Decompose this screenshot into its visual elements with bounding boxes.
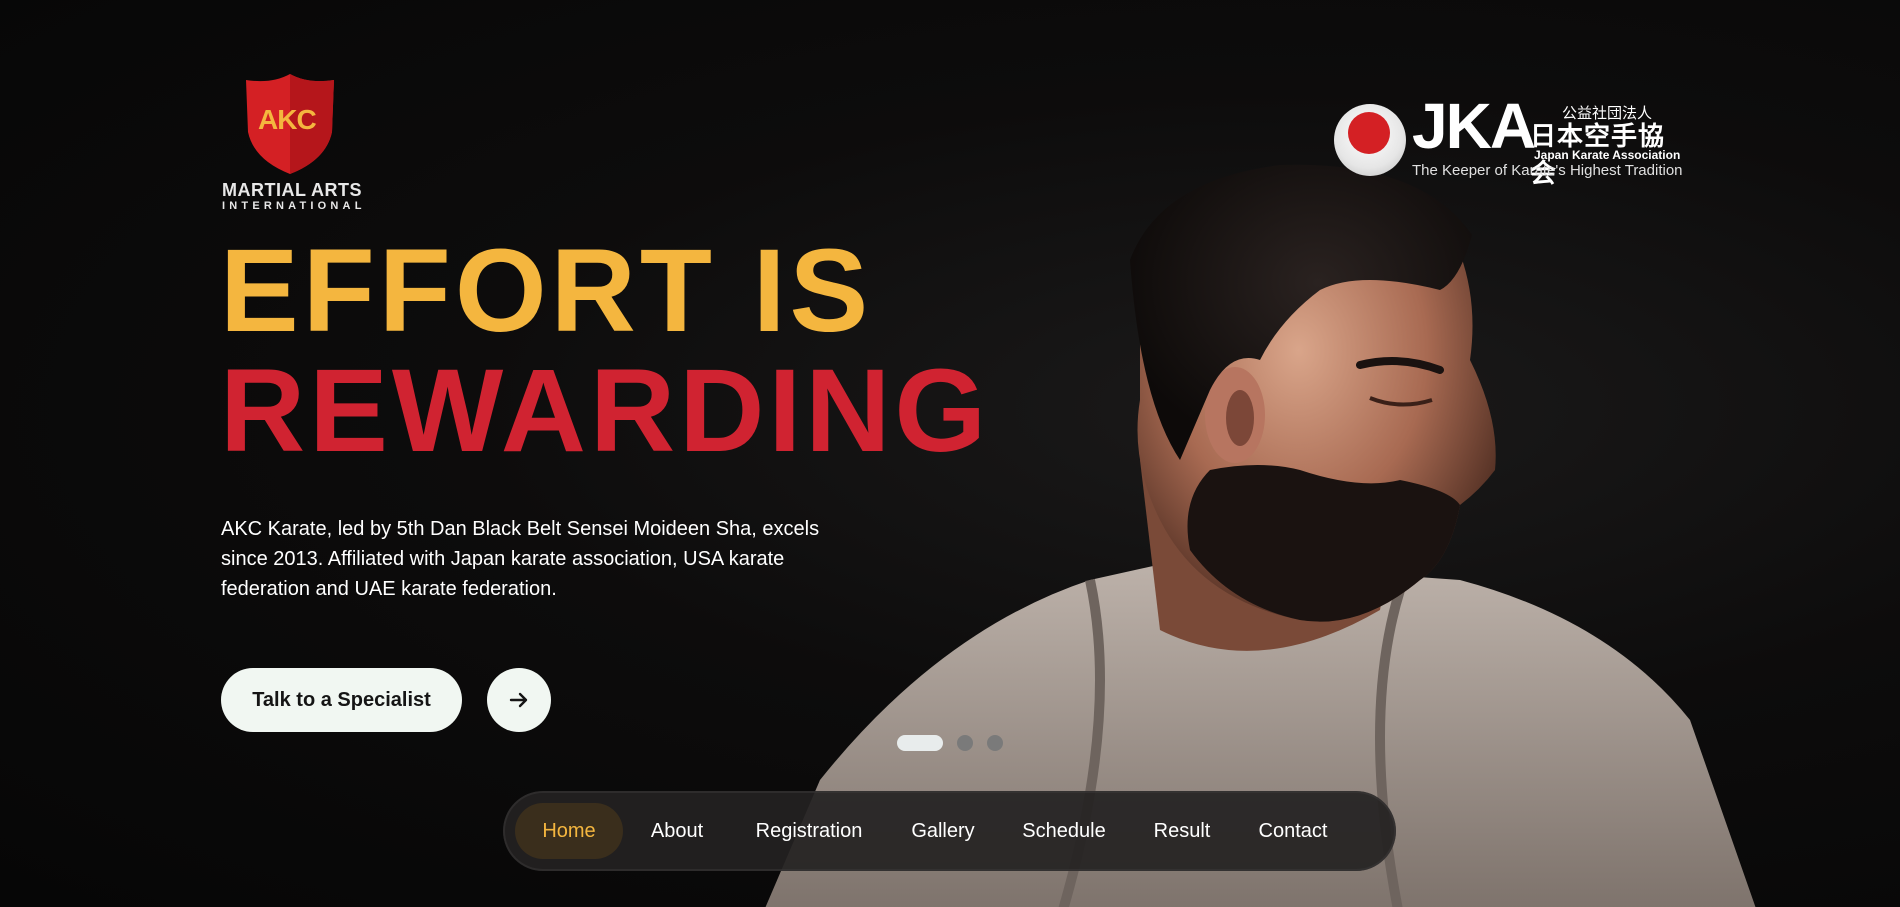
- akc-logo[interactable]: AKC MARTIAL ARTS INTERNATIONAL: [220, 72, 362, 212]
- jka-tagline: The Keeper of Karate's Highest Tradition: [1412, 162, 1683, 179]
- nav-gallery[interactable]: Gallery: [899, 803, 987, 859]
- carousel-dot-2[interactable]: [957, 735, 973, 751]
- nav-contact[interactable]: Contact: [1243, 803, 1343, 859]
- hero-section: AKC MARTIAL ARTS INTERNATIONAL JKA 公益社団法…: [0, 0, 1900, 907]
- carousel-dot-1[interactable]: [897, 735, 943, 751]
- jka-logo[interactable]: JKA 公益社団法人 日本空手協会 Japan Karate Associati…: [1334, 94, 1684, 189]
- main-navigation: Home About Registration Gallery Schedule…: [503, 791, 1396, 871]
- headline-line1: EFFORT IS: [220, 225, 873, 357]
- talk-to-specialist-button[interactable]: Talk to a Specialist: [221, 668, 462, 732]
- logo-line2: INTERNATIONAL: [222, 200, 366, 212]
- nav-home[interactable]: Home: [515, 803, 623, 859]
- nav-result[interactable]: Result: [1141, 803, 1223, 859]
- nav-registration[interactable]: Registration: [739, 803, 879, 859]
- jka-subtitle: Japan Karate Association: [1534, 148, 1681, 162]
- jka-name: JKA: [1412, 90, 1536, 162]
- logo-initials: AKC: [258, 104, 317, 135]
- headline-line2: REWARDING: [220, 345, 991, 477]
- carousel-dot-3[interactable]: [987, 735, 1003, 751]
- arrow-right-icon: [509, 692, 528, 708]
- jka-emblem-icon: [1334, 104, 1406, 176]
- next-arrow-button[interactable]: [487, 668, 551, 732]
- nav-schedule[interactable]: Schedule: [1007, 803, 1121, 859]
- hero-description: AKC Karate, led by 5th Dan Black Belt Se…: [221, 518, 820, 600]
- logo-line1: MARTIAL ARTS: [222, 180, 362, 200]
- nav-about[interactable]: About: [635, 803, 719, 859]
